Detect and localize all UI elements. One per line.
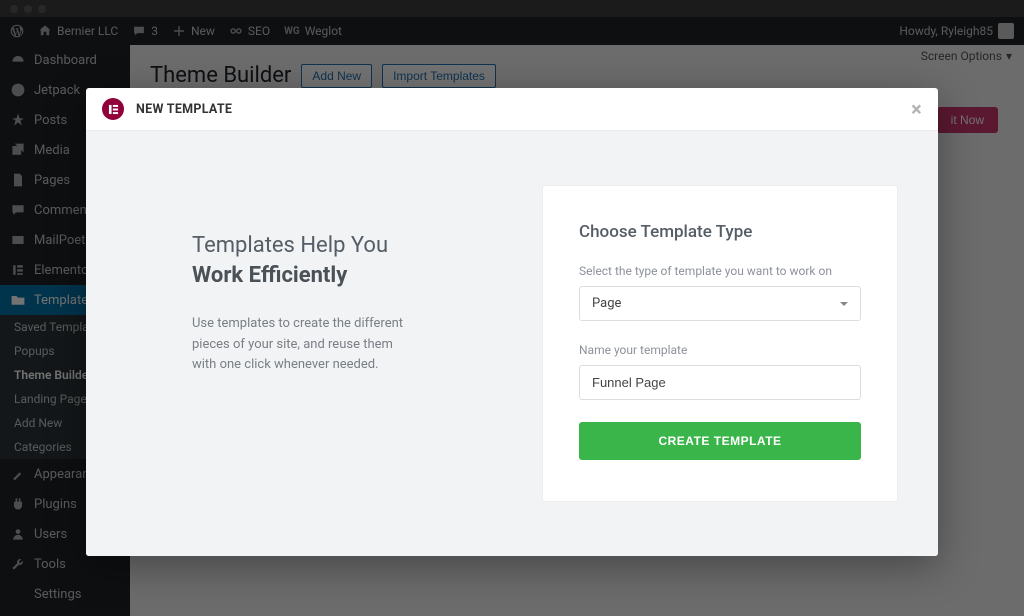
chevron-down-icon [840,302,848,310]
modal-info-panel: Templates Help You Work Efficiently Use … [86,131,542,556]
modal-overlay[interactable]: NEW TEMPLATE × Templates Help You Work E… [0,0,1024,616]
name-label: Name your template [579,343,861,357]
form-title: Choose Template Type [579,222,861,242]
modal-form: Choose Template Type Select the type of … [542,185,898,502]
modal-close-button[interactable]: × [911,99,922,119]
template-name-input[interactable] [579,365,861,400]
type-label: Select the type of template you want to … [579,264,861,278]
elementor-logo-icon [102,98,124,120]
create-template-button[interactable]: CREATE TEMPLATE [579,422,861,460]
new-template-modal: NEW TEMPLATE × Templates Help You Work E… [86,88,938,556]
modal-heading: Templates Help You Work Efficiently [192,231,506,290]
modal-header: NEW TEMPLATE × [86,88,938,131]
modal-title: NEW TEMPLATE [136,102,232,117]
template-type-select[interactable]: Page [579,286,861,321]
modal-description: Use templates to create the different pi… [192,314,412,374]
select-value: Page [592,296,621,311]
